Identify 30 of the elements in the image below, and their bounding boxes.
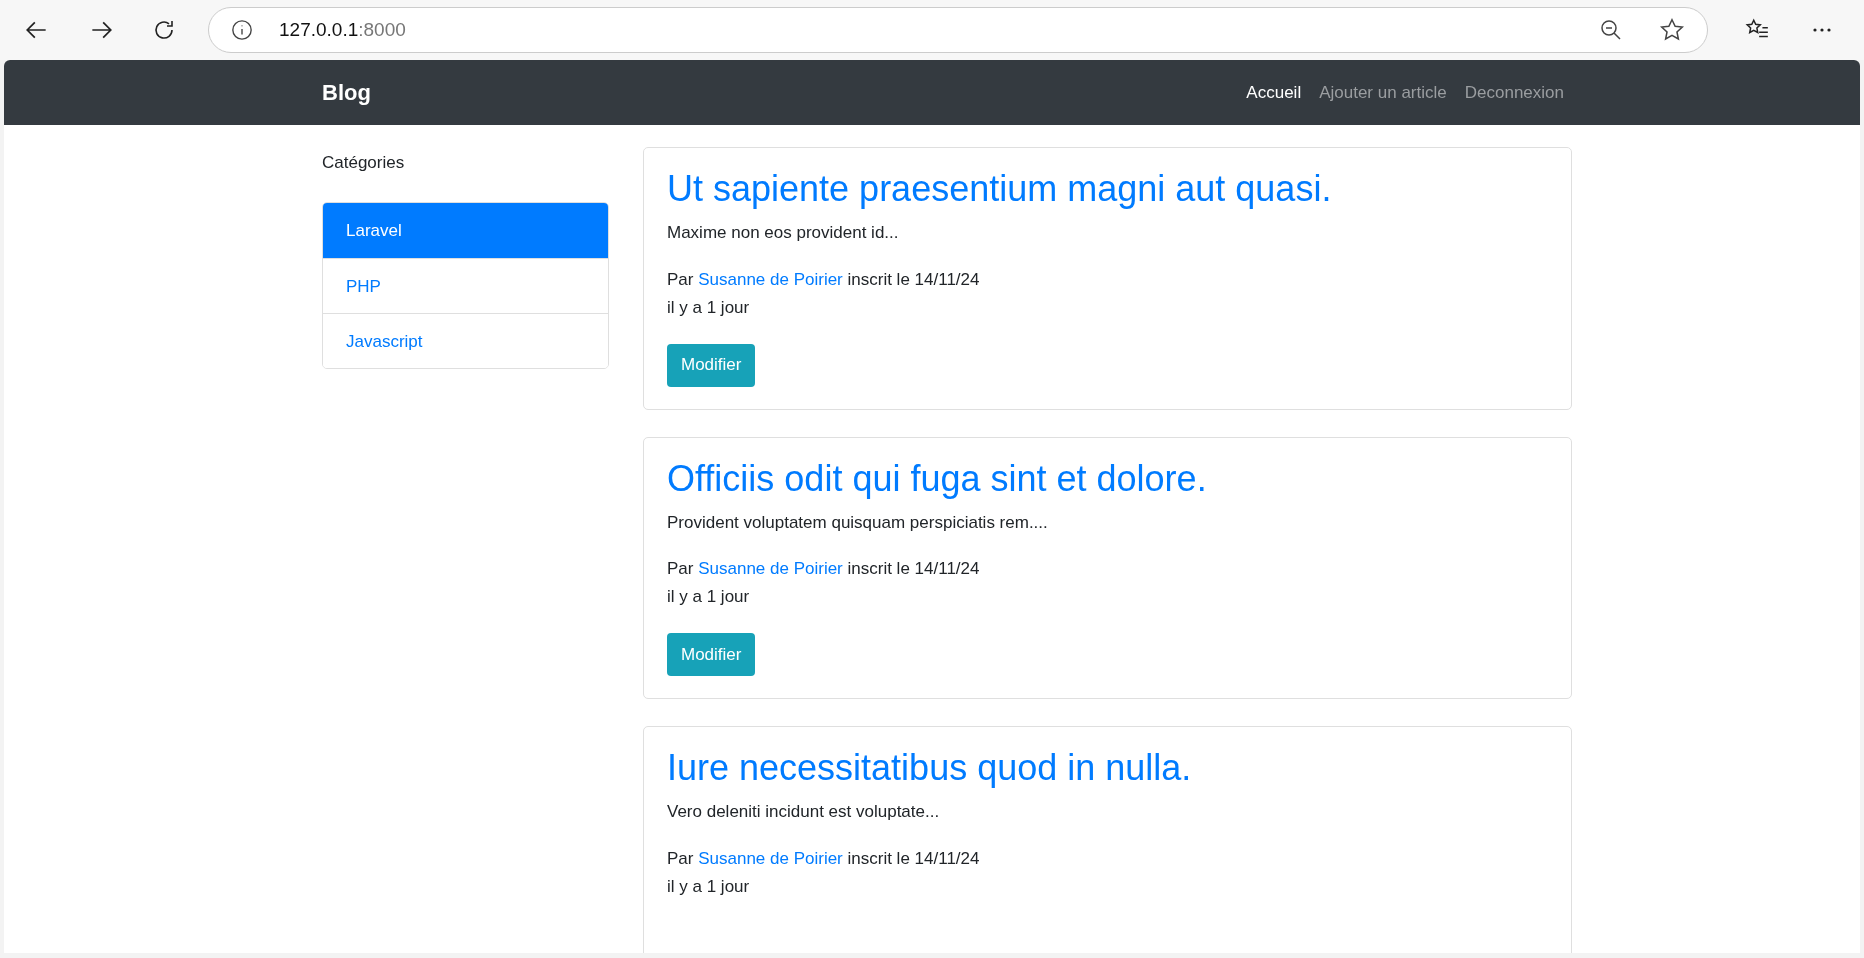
author-link[interactable]: Susanne de Poirier: [698, 269, 843, 289]
author-line: Par Susanne de Poirier inscrit le 14/11/24: [667, 847, 981, 870]
nav-link[interactable]: Deconnexion: [1464, 79, 1564, 106]
category-item[interactable]: Javascript: [323, 312, 608, 368]
post-excerpt: Vero deleniti incidunt est voluptate...: [667, 801, 941, 823]
nav-link[interactable]: Accueil: [1246, 79, 1302, 106]
post-title-link[interactable]: Officiis odit qui fuga sint et dolore.: [667, 455, 1548, 502]
address-bar[interactable]: 127.0.0.1:8000: [208, 7, 1708, 53]
post-age: il y a 1 jour: [667, 296, 751, 319]
nav-link[interactable]: Ajouter un article: [1319, 79, 1447, 106]
sidebar-heading: Catégories: [322, 152, 406, 174]
author-line: Par Susanne de Poirier inscrit le 14/11/24: [667, 268, 981, 291]
post-age: il y a 1 jour: [667, 875, 751, 898]
category-item[interactable]: Laravel: [323, 202, 608, 258]
edit-button[interactable]: Modifier: [667, 633, 756, 676]
info-icon[interactable]: [231, 19, 253, 41]
author-link[interactable]: Susanne de Poirier: [698, 559, 843, 578]
post-title-link[interactable]: Iure necessitatibus quod in nulla.: [667, 745, 1548, 791]
refresh-icon[interactable]: [152, 18, 176, 42]
edit-button[interactable]: Modifier: [667, 343, 756, 387]
author-line: Par Susanne de Poirier inscrit le 14/11/24: [667, 558, 981, 580]
url-text: 127.0.0.1:8000: [279, 17, 406, 42]
post-excerpt: Maxime non eos provident id...: [667, 222, 900, 244]
brand-link[interactable]: Blog: [322, 76, 371, 109]
post-title-link[interactable]: Ut sapiente praesentium magni aut quasi.: [667, 166, 1548, 212]
zoom-out-icon[interactable]: [1599, 18, 1623, 42]
post-age: il y a 1 jour: [667, 586, 751, 608]
post-excerpt: Provident voluptatem quisquam perspiciatis rem....: [667, 511, 1049, 534]
star-icon[interactable]: [1659, 17, 1685, 43]
author-link[interactable]: Susanne de Poirier: [698, 848, 843, 868]
